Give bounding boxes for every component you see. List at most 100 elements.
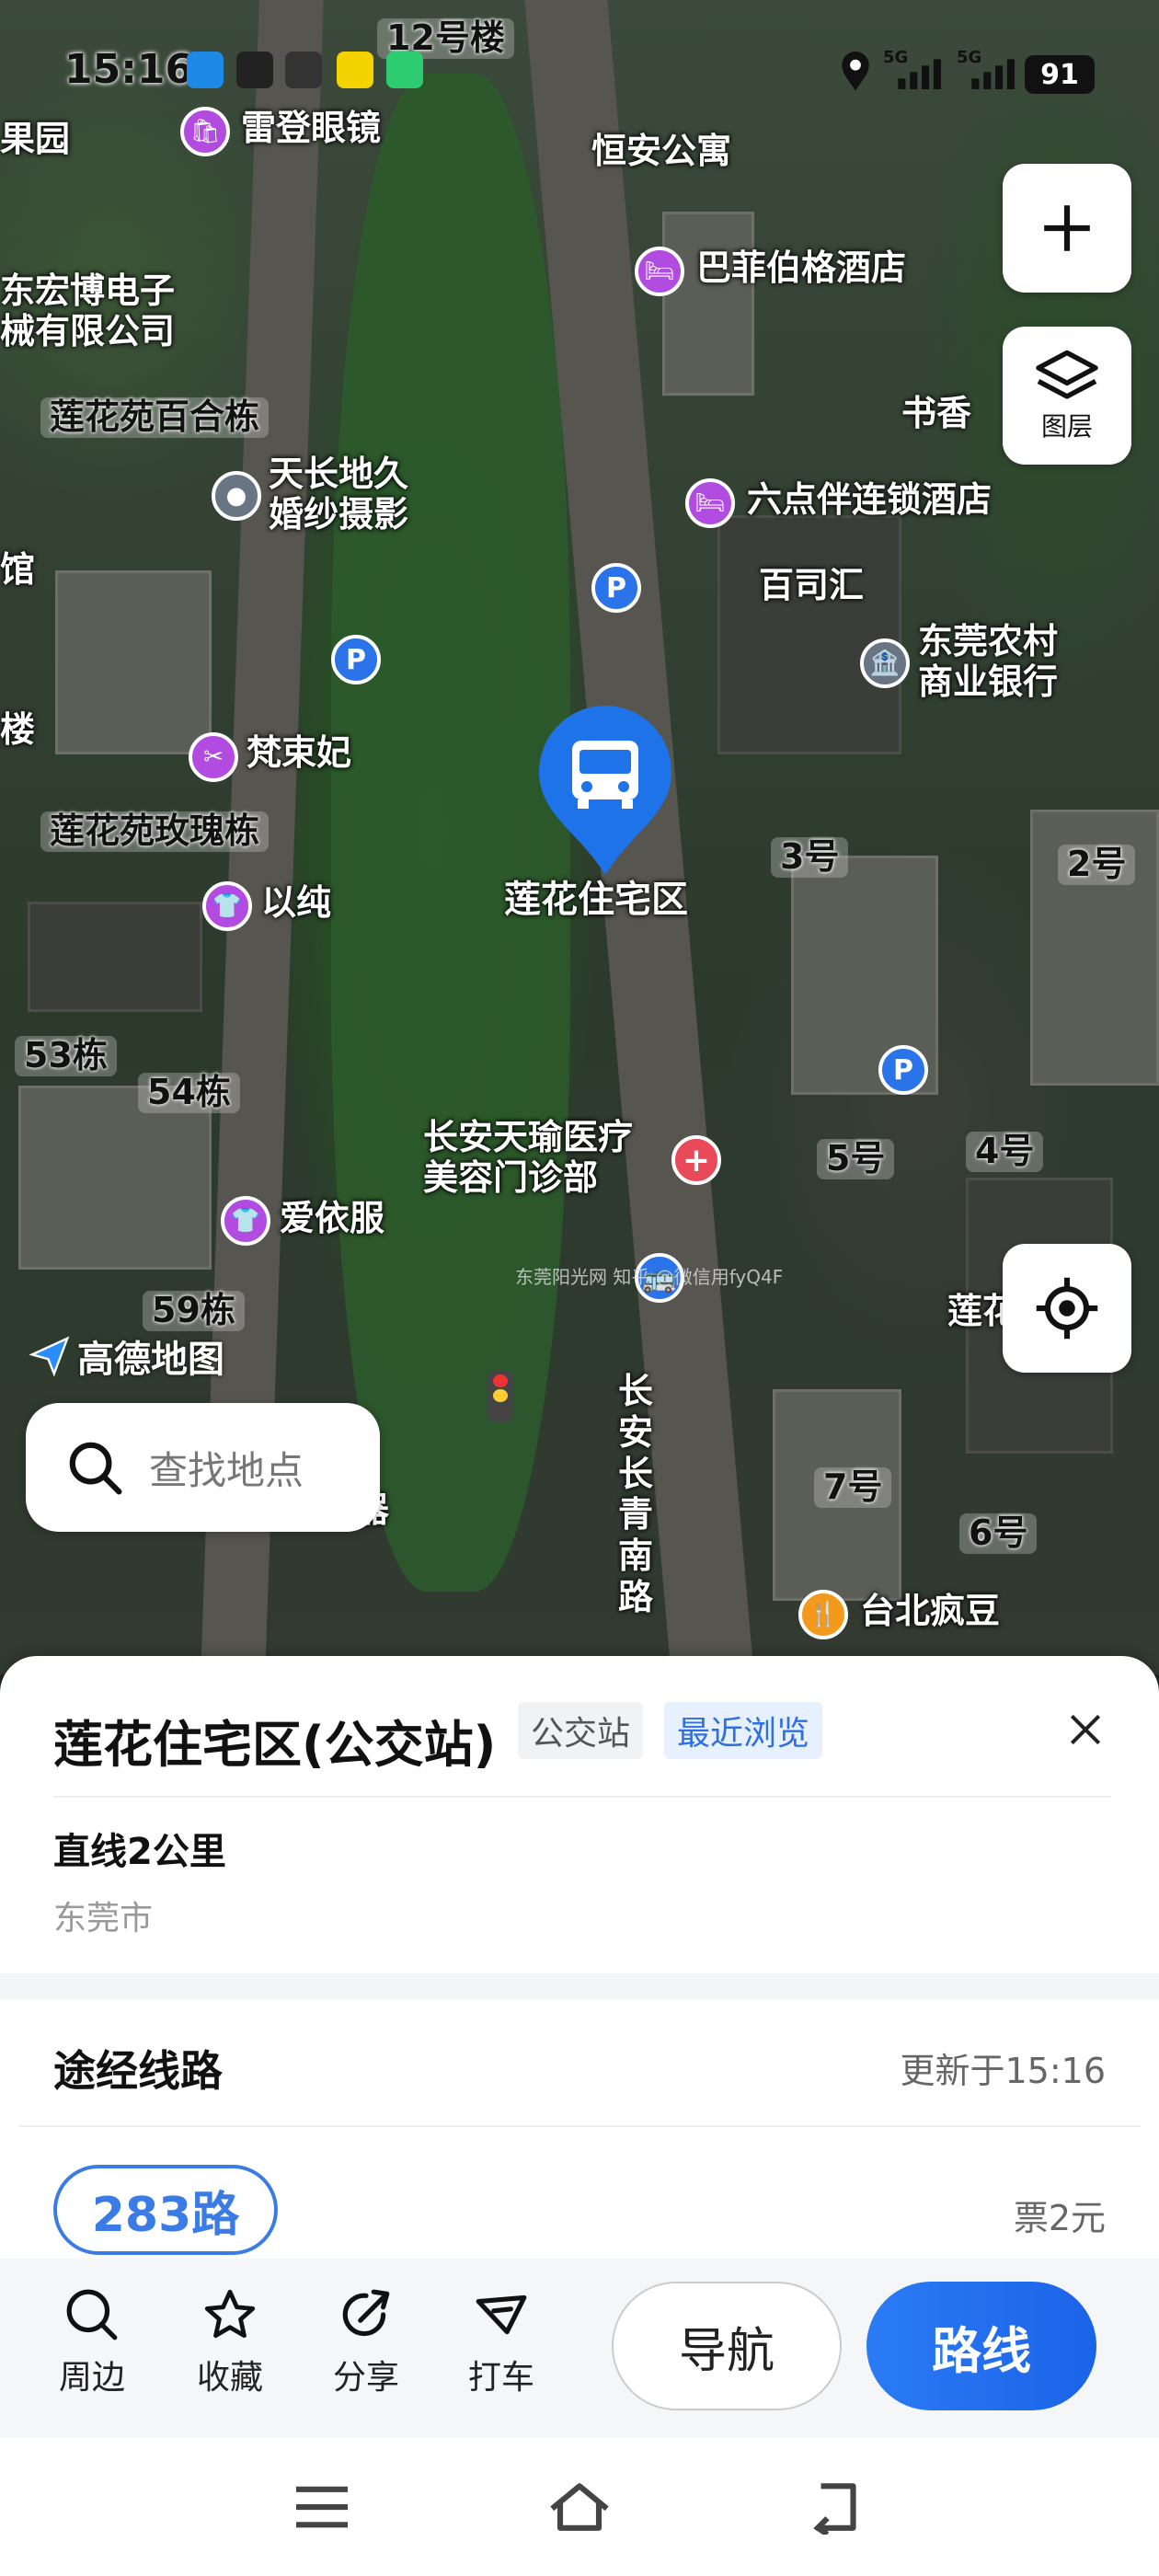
- back-icon[interactable]: [805, 2479, 869, 2535]
- restaurant-icon[interactable]: 🍴: [798, 1590, 848, 1639]
- taxi-button[interactable]: 打车: [451, 2286, 552, 2398]
- map-label: 果园: [0, 119, 71, 159]
- route-chip-283[interactable]: 283路: [53, 2165, 278, 2255]
- amap-logo-text: 高德地图: [77, 1339, 224, 1381]
- place-title: 莲花住宅区(公交站): [53, 1716, 497, 1774]
- building: [55, 570, 212, 754]
- location-icon: [839, 52, 872, 92]
- layers-button[interactable]: 图层: [1003, 327, 1131, 465]
- shopping-bag-icon[interactable]: 🛍: [180, 107, 230, 156]
- scissors-icon[interactable]: ✂: [189, 732, 238, 782]
- map-label: 6号: [959, 1512, 1038, 1554]
- recent-tag: 最近浏览: [664, 1702, 823, 1759]
- battery-indicator: 91: [1025, 55, 1095, 94]
- parking-icon[interactable]: P: [331, 635, 381, 684]
- map-label[interactable]: 恒安公寓: [591, 131, 731, 172]
- map-label[interactable]: 以纯: [261, 882, 331, 924]
- hotel-icon[interactable]: 🛏: [685, 478, 735, 528]
- section-divider: [0, 1973, 1159, 1999]
- home-icon[interactable]: [547, 2479, 612, 2535]
- divider: [53, 1796, 1111, 1798]
- taxi-icon: [476, 2294, 527, 2335]
- status-bar: 15:16 5G 5G 91: [0, 37, 1159, 110]
- map-view[interactable]: 12号楼 果园 🛍 雷登眼镜 恒安公寓 🛏 巴菲伯格酒店 东宏博电子 械有限公司…: [0, 0, 1159, 1674]
- nearby-button[interactable]: 周边: [41, 2286, 143, 2398]
- search-icon: [69, 1442, 122, 1495]
- map-label: 3号: [771, 836, 849, 878]
- city-text: 东莞市: [53, 1900, 154, 1938]
- call-notification-icon: [386, 52, 423, 88]
- star-icon: [204, 2289, 256, 2339]
- bank-icon[interactable]: 🏦: [860, 638, 910, 688]
- hotel-icon[interactable]: 🛏: [635, 247, 684, 296]
- road-label: 长 安 长 青 南 路: [618, 1371, 654, 1618]
- network-type-label: 5G: [883, 48, 909, 67]
- map-label[interactable]: 莲花苑百合栋: [40, 397, 270, 438]
- zoom-in-button[interactable]: [1003, 164, 1131, 293]
- map-label[interactable]: 莲花苑玫瑰栋: [40, 811, 270, 852]
- map-label[interactable]: 东莞农村 商业银行: [918, 621, 1058, 702]
- place-type-tag: 公交站: [518, 1702, 644, 1759]
- divider: [18, 2125, 1141, 2127]
- camera-icon[interactable]: ●: [212, 471, 261, 521]
- favorite-label: 收藏: [196, 2359, 263, 2397]
- clothing-icon[interactable]: 👕: [221, 1196, 270, 1246]
- updated-time: 更新于15:16: [900, 2051, 1106, 2091]
- signal-icon: 5G: [957, 48, 1021, 92]
- map-label: 7号: [814, 1466, 892, 1508]
- map-label: 53栋: [15, 1035, 117, 1076]
- map-label: 4号: [966, 1131, 1044, 1172]
- navigate-button[interactable]: 导航: [612, 2282, 842, 2410]
- map-label: 5号: [817, 1138, 895, 1179]
- parking-icon[interactable]: P: [591, 563, 641, 613]
- close-button[interactable]: [1058, 1702, 1113, 1757]
- building: [28, 902, 202, 1012]
- map-label[interactable]: 天长地久 婚纱摄影: [269, 454, 408, 535]
- map-label[interactable]: 长安天瑜医疗 美容门诊部: [423, 1117, 633, 1198]
- map-label: 54栋: [138, 1072, 240, 1113]
- search-button[interactable]: 查找地点: [26, 1403, 380, 1532]
- locate-icon: [1036, 1277, 1098, 1340]
- distance-text: 直线2公里: [53, 1831, 226, 1873]
- app-notification-icon: [236, 52, 273, 88]
- share-label: 分享: [332, 2359, 399, 2397]
- signal-icon: 5G: [883, 48, 947, 92]
- map-label: 书香: [901, 393, 972, 433]
- status-time: 15:16: [64, 46, 194, 93]
- medical-cross-icon[interactable]: +: [671, 1135, 721, 1185]
- menu-icon[interactable]: [290, 2479, 354, 2535]
- system-navigation-bar: [0, 2438, 1159, 2576]
- map-label[interactable]: 台北疯豆: [860, 1591, 1000, 1632]
- amap-logo: 高德地图: [28, 1329, 224, 1383]
- map-label[interactable]: 东宏博电子 械有限公司: [0, 270, 175, 351]
- map-label: 楼: [0, 709, 36, 750]
- building: [18, 1086, 212, 1270]
- favorite-button[interactable]: 收藏: [179, 2286, 281, 2398]
- plus-icon: [1044, 205, 1090, 251]
- route-button[interactable]: 路线: [866, 2282, 1096, 2410]
- close-icon: [1070, 1714, 1101, 1745]
- my-location-button[interactable]: [1003, 1244, 1131, 1373]
- map-label: 59栋: [143, 1290, 245, 1331]
- map-label: 2号: [1058, 844, 1136, 885]
- layers-label: 图层: [1040, 411, 1093, 442]
- map-label[interactable]: 爱依服: [280, 1198, 384, 1239]
- layers-icon: [1036, 350, 1098, 399]
- app-notification-icon: [337, 52, 373, 88]
- map-label[interactable]: 巴菲伯格酒店: [696, 247, 906, 289]
- map-label: 馆: [0, 549, 36, 590]
- building: [717, 515, 901, 754]
- building: [662, 212, 754, 396]
- bus-stop-pin-icon[interactable]: [534, 704, 677, 879]
- map-label[interactable]: 雷登眼镜: [241, 108, 381, 149]
- watermark: 东莞阳光网 知乎 @微信用fyQ4F: [515, 1266, 784, 1288]
- parking-icon[interactable]: P: [878, 1045, 928, 1095]
- map-label[interactable]: 百司汇: [759, 565, 864, 606]
- map-label[interactable]: 梵束妃: [247, 732, 351, 774]
- search-icon: [66, 2289, 118, 2340]
- selected-stop-label[interactable]: 莲花住宅区: [504, 879, 688, 921]
- map-label[interactable]: 六点伴连锁酒店: [747, 479, 992, 521]
- share-button[interactable]: 分享: [316, 2286, 417, 2398]
- clothing-icon[interactable]: 👕: [202, 881, 252, 931]
- taxi-label: 打车: [467, 2359, 534, 2397]
